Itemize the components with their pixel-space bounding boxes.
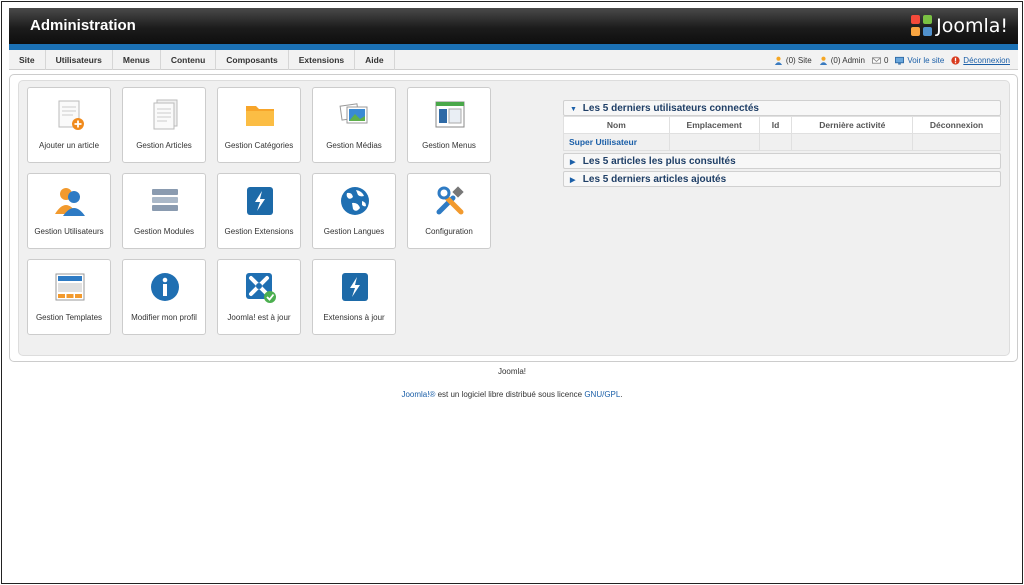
column-header: Dernière activité [791,116,914,134]
menu-contenu[interactable]: Contenu [161,50,217,70]
logout-text: Déconnexion [963,55,1010,65]
tile-extensions[interactable]: Gestion Extensions [217,173,301,249]
tile-media[interactable]: Gestion Médias [312,87,396,163]
menu-composants[interactable]: Composants [216,50,289,70]
latest-articles-title: Les 5 derniers articles ajoutés [582,174,727,185]
messages-count-text: 0 [883,55,889,65]
footer-license: Joomla!® est un logiciel libre distribué… [0,390,1024,399]
caret-right-icon: ▶ [570,177,576,184]
menu-extensions[interactable]: Extensions [289,50,356,70]
tile-articles[interactable]: Gestion Articles [122,87,206,163]
joomla-logo-text: Joomla! [936,15,1008,37]
tile-label: Gestion Articles [136,141,192,150]
template-icon [55,273,85,301]
caret-right-icon: ▶ [570,159,576,166]
joomla-logo: Joomla! [911,14,1008,38]
tile-label: Gestion Utilisateurs [34,227,104,236]
folder-icon [246,106,274,126]
tile-label: Modifier mon profil [131,313,197,322]
table-row: Super Utilisateur [563,133,1001,151]
license-text: est un logiciel libre distribué sous lic… [435,390,585,399]
tile-label: Gestion Catégories [224,141,294,150]
monitor-icon [895,56,905,65]
tile-label: Gestion Langues [323,227,385,236]
tile-label: Gestion Menus [422,141,476,150]
logged-users-table: Nom Emplacement Id Dernière activité Déc… [563,116,1001,151]
user-link[interactable]: Super Utilisateur [563,133,670,151]
user-icon [774,56,783,65]
tile-extensions-uptodate[interactable]: Extensions à jour [312,259,396,335]
tile-users[interactable]: Gestion Utilisateurs [27,173,111,249]
table-cell [791,133,914,151]
menu-utilisateurs[interactable]: Utilisateurs [46,50,113,70]
logged-users-header[interactable]: ▼ Les 5 derniers utilisateurs connectés [563,100,1001,116]
admin-header: Administration Joomla! [9,8,1018,44]
logout-link[interactable]: Déconnexion [951,56,1010,65]
license-end: . [620,390,623,399]
gpl-link[interactable]: GNU/GPL [584,390,620,399]
popular-articles-title: Les 5 articles les plus consultés [582,156,736,167]
joomla-logo-icon [911,15,933,37]
tile-label: Gestion Médias [326,141,382,150]
column-header: Id [758,116,793,134]
table-cell [912,133,1001,151]
info-icon [151,273,179,301]
joomla-link[interactable]: Joomla!® [401,390,435,399]
tile-categories[interactable]: Gestion Catégories [217,87,301,163]
tools-icon [436,186,464,215]
view-site-link[interactable]: Voir le site [895,56,944,65]
tile-add-article[interactable]: Ajouter un article [27,87,111,163]
tile-label: Configuration [425,227,473,236]
joomla-check-icon [246,273,276,303]
site-visitors-text: (0) Site [785,55,812,65]
tile-joomla-uptodate[interactable]: Joomla! est à jour [217,259,301,335]
admin-modules: ▼ Les 5 derniers utilisateurs connectés … [563,100,1001,187]
latest-articles-header[interactable]: ▶ Les 5 derniers articles ajoutés [563,171,1001,187]
tile-languages[interactable]: Gestion Langues [312,173,396,249]
articles-icon [153,99,178,130]
tile-label: Joomla! est à jour [227,313,291,322]
user-icon [819,56,827,65]
extensions-icon [247,187,273,215]
modules-icon [152,189,178,211]
tile-label: Gestion Extensions [224,227,294,236]
users-icon [55,188,85,216]
extensions-update-icon [342,273,368,301]
menu-site[interactable]: Site [9,50,46,70]
tile-profile[interactable]: Modifier mon profil [122,259,206,335]
view-site-text: Voir le site [907,55,945,65]
caret-down-icon: ▼ [570,106,577,113]
menu-aide[interactable]: Aide [355,50,395,70]
main-menu-bar: Site Utilisateurs Menus Contenu Composan… [9,50,1018,70]
menu-manager-icon [435,101,465,128]
site-visitors: (0) Site [774,56,812,65]
logout-icon [951,55,960,65]
messages-count[interactable]: 0 [871,55,889,65]
logged-users-title: Les 5 derniers utilisateurs connectés [582,103,759,114]
footer-brand: Joomla! [497,367,526,376]
admin-visitors-text: (0) Admin [830,55,865,65]
column-header: Déconnexion [912,116,1001,134]
tile-templates[interactable]: Gestion Templates [27,259,111,335]
tile-label: Extensions à jour [323,313,385,322]
tile-label: Gestion Templates [35,313,103,322]
menu-menus[interactable]: Menus [113,50,161,70]
add-article-icon [58,100,84,130]
tile-label: Ajouter un article [38,141,100,150]
mail-icon [871,56,881,64]
tile-configuration[interactable]: Configuration [407,173,491,249]
column-header: Emplacement [668,116,760,134]
page-title: Administration [30,17,136,34]
tile-label: Gestion Modules [133,227,195,236]
globe-icon [341,187,369,215]
table-cell [668,133,760,151]
tile-menus[interactable]: Gestion Menus [407,87,491,163]
media-icon [339,103,368,124]
column-header: Nom [563,116,670,134]
table-cell [758,133,793,151]
admin-visitors: (0) Admin [819,56,865,65]
popular-articles-header[interactable]: ▶ Les 5 articles les plus consultés [563,153,1001,169]
status-bar: (0) Site (0) Admin 0 Voir le site Déconn… [774,50,1010,70]
tile-modules[interactable]: Gestion Modules [122,173,206,249]
